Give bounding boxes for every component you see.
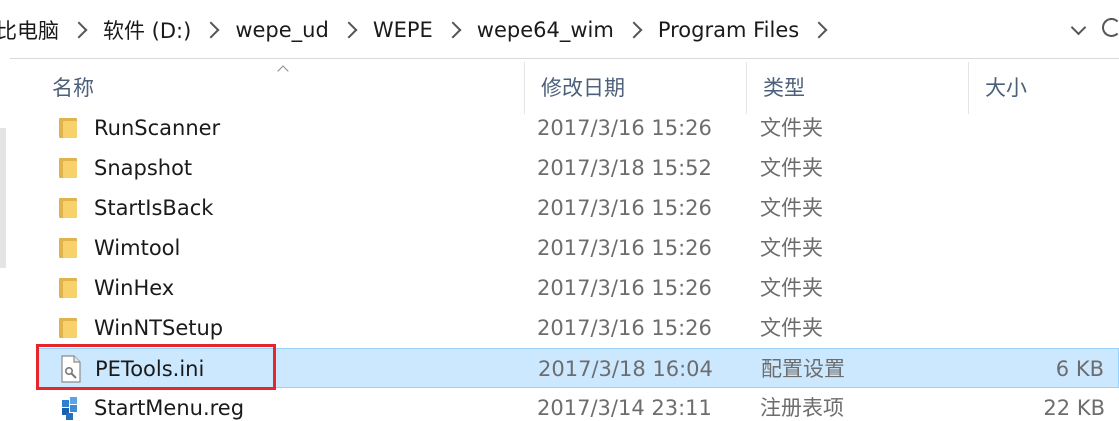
- file-date: 2017/3/16 15:26: [537, 236, 712, 260]
- reg-file-icon: [62, 397, 77, 420]
- file-name: StartMenu.reg: [94, 396, 245, 420]
- breadcrumb-item-wepe64-wim[interactable]: wepe64_wim: [473, 18, 618, 42]
- file-row-startisback[interactable]: StartIsBack 2017/3/16 15:26 文件夹: [36, 188, 1119, 228]
- navigation-pane-edge: [0, 58, 10, 421]
- navigation-pane-scrollbar[interactable]: [0, 128, 6, 268]
- file-date: 2017/3/18 15:52: [537, 156, 712, 180]
- file-name: PETools.ini: [95, 357, 205, 381]
- file-row-winntsetup[interactable]: WinNTSetup 2017/3/16 15:26 文件夹: [36, 308, 1119, 348]
- file-row-snapshot[interactable]: Snapshot 2017/3/18 15:52 文件夹: [36, 148, 1119, 188]
- breadcrumb-item-wepe-ud[interactable]: wepe_ud: [231, 18, 333, 42]
- folder-icon: [59, 278, 77, 298]
- file-explorer-window: 比电脑 软件 (D:) wepe_ud WEPE wepe64_wim Prog…: [0, 0, 1119, 421]
- column-header-size-label: 大小: [985, 76, 1027, 100]
- file-row-startmenu-reg[interactable]: StartMenu.reg 2017/3/14 23:11 注册表项 22 KB: [36, 388, 1119, 421]
- folder-icon: [59, 158, 77, 178]
- file-type: 文件夹: [760, 276, 823, 300]
- file-row-winhex[interactable]: WinHex 2017/3/16 15:26 文件夹: [36, 268, 1119, 308]
- sort-ascending-icon: [278, 64, 288, 74]
- file-date: 2017/3/16 15:26: [537, 196, 712, 220]
- chevron-right-icon[interactable]: [444, 21, 462, 39]
- file-row-wimtool[interactable]: Wimtool 2017/3/16 15:26 文件夹: [36, 228, 1119, 268]
- file-row-runscanner[interactable]: RunScanner 2017/3/16 15:26 文件夹: [36, 108, 1119, 148]
- column-header-date-label: 修改日期: [541, 76, 625, 100]
- breadcrumb-item-program-files[interactable]: Program Files: [654, 18, 803, 42]
- folder-icon: [59, 238, 77, 258]
- chevron-right-icon[interactable]: [340, 21, 358, 39]
- file-type: 文件夹: [760, 156, 823, 180]
- column-header-name[interactable]: 名称: [36, 62, 525, 114]
- file-type: 文件夹: [760, 316, 823, 340]
- folder-icon: [59, 118, 77, 138]
- file-name: StartIsBack: [94, 196, 214, 220]
- chevron-right-icon[interactable]: [70, 21, 88, 39]
- file-type: 文件夹: [760, 116, 823, 140]
- column-header-type-label: 类型: [763, 76, 805, 100]
- column-header-date[interactable]: 修改日期: [525, 62, 747, 114]
- breadcrumb-item-wepe[interactable]: WEPE: [369, 18, 437, 42]
- file-type: 文件夹: [760, 196, 823, 220]
- breadcrumb-item-drive-d[interactable]: 软件 (D:): [99, 15, 195, 45]
- file-name: Wimtool: [94, 236, 181, 260]
- file-type: 配置设置: [761, 357, 845, 381]
- file-date: 2017/3/16 15:26: [537, 116, 712, 140]
- address-history-dropdown-icon[interactable]: [1072, 22, 1086, 36]
- folder-icon: [59, 198, 77, 218]
- chevron-right-icon[interactable]: [810, 21, 828, 39]
- chevron-right-icon[interactable]: [202, 21, 220, 39]
- file-size: 6 KB: [1055, 357, 1104, 381]
- file-name: WinHex: [94, 276, 175, 300]
- breadcrumb: 比电脑 软件 (D:) wepe_ud WEPE wepe64_wim Prog…: [0, 14, 839, 46]
- file-type: 文件夹: [760, 236, 823, 260]
- file-date: 2017/3/18 16:04: [538, 357, 713, 381]
- file-list: RunScanner 2017/3/16 15:26 文件夹 Snapshot …: [36, 108, 1119, 421]
- column-header-name-label: 名称: [52, 76, 94, 100]
- chevron-right-icon[interactable]: [625, 21, 643, 39]
- file-name: Snapshot: [94, 156, 193, 180]
- column-header-type[interactable]: 类型: [747, 62, 969, 114]
- address-bar[interactable]: 比电脑 软件 (D:) wepe_ud WEPE wepe64_wim Prog…: [0, 0, 1119, 59]
- file-name: RunScanner: [94, 116, 221, 140]
- file-row-petools-ini[interactable]: PETools.ini 2017/3/18 16:04 配置设置 6 KB: [36, 348, 1119, 388]
- file-date: 2017/3/16 15:26: [537, 276, 712, 300]
- file-type: 注册表项: [760, 396, 844, 420]
- file-date: 2017/3/14 23:11: [537, 396, 712, 420]
- file-size: 22 KB: [1043, 396, 1105, 420]
- ini-file-icon: [61, 355, 81, 383]
- column-header-row: 名称 修改日期 类型 大小: [36, 62, 1119, 114]
- refresh-icon[interactable]: [1102, 18, 1119, 40]
- breadcrumb-item-this-pc[interactable]: 比电脑: [0, 15, 63, 45]
- column-header-size[interactable]: 大小: [969, 62, 1119, 114]
- file-date: 2017/3/16 15:26: [537, 316, 712, 340]
- file-name: WinNTSetup: [94, 316, 224, 340]
- folder-icon: [59, 318, 77, 338]
